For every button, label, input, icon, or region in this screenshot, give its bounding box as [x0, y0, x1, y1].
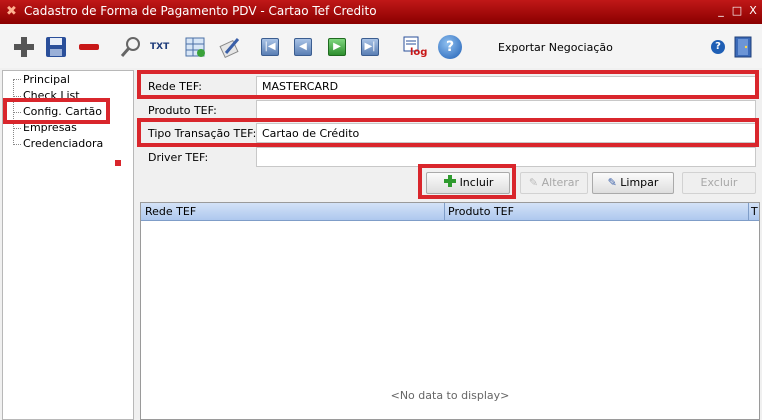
column-divider — [748, 203, 749, 221]
tree-connector — [13, 144, 21, 145]
plus-icon[interactable] — [12, 35, 36, 59]
search-icon[interactable] — [119, 35, 143, 59]
produto-tef-label: Produto TEF: — [148, 104, 217, 117]
maximize-button[interactable]: □ — [730, 4, 744, 17]
no-data-text: <No data to display> — [390, 389, 510, 402]
tree-connector — [13, 128, 21, 129]
help-small-icon[interactable]: ? — [711, 40, 725, 54]
log-label: log — [410, 47, 428, 58]
edit-icon: ✎ — [528, 176, 542, 189]
produto-tef-field[interactable] — [256, 100, 756, 120]
prev-icon[interactable]: ◀ — [294, 38, 312, 56]
sidebar-item-principal[interactable]: Principal — [23, 73, 70, 86]
alterar-button[interactable]: ✎ Alterar — [520, 172, 588, 194]
highlight-tipo-transacao — [137, 118, 759, 147]
eraser-icon: ✎ — [607, 176, 621, 189]
highlight-incluir — [418, 164, 516, 199]
tree-connector — [13, 79, 21, 80]
tree-connector — [13, 96, 21, 97]
sidebar-item-credenciadora[interactable]: Credenciadora — [23, 137, 103, 150]
next-icon[interactable]: ▶ — [328, 38, 346, 56]
column-divider — [444, 203, 445, 221]
column-header-t[interactable]: T — [751, 205, 758, 218]
excluir-button[interactable]: Excluir — [682, 172, 756, 194]
toolbar: TXT |◀ ◀ ▶ ▶| log ? Exportar Negociação … — [0, 24, 762, 68]
title-bar: ✖ Cadastro de Forma de Pagamento PDV - C… — [0, 0, 762, 24]
highlight-rede-tef — [137, 70, 759, 99]
red-marker — [115, 160, 121, 166]
help-icon[interactable]: ? — [438, 35, 462, 59]
column-header-produto-tef[interactable]: Produto TEF — [448, 205, 514, 218]
log-icon[interactable]: log — [402, 35, 428, 59]
window-title: Cadastro de Forma de Pagamento PDV - Car… — [24, 4, 377, 18]
export-negociacao-link[interactable]: Exportar Negociação — [498, 41, 613, 54]
exit-door-icon[interactable] — [734, 36, 752, 58]
edit-icon[interactable] — [218, 35, 242, 59]
minus-icon[interactable] — [77, 35, 101, 59]
excluir-label: Excluir — [700, 176, 738, 189]
app-icon: ✖ — [6, 4, 17, 19]
grid-header: Rede TEF Produto TEF T — [141, 203, 759, 221]
alterar-label: Alterar — [541, 176, 580, 189]
refresh-icon[interactable] — [183, 35, 207, 59]
limpar-button[interactable]: ✎ Limpar — [592, 172, 674, 194]
column-header-rede-tef[interactable]: Rede TEF — [145, 205, 196, 218]
save-icon[interactable] — [44, 35, 68, 59]
highlight-config-cartao — [3, 98, 110, 124]
last-icon[interactable]: ▶| — [361, 38, 379, 56]
limpar-label: Limpar — [620, 176, 659, 189]
minimize-button[interactable]: _ — [714, 4, 728, 17]
data-grid[interactable]: Rede TEF Produto TEF T <No data to displ… — [140, 202, 760, 420]
first-icon[interactable]: |◀ — [261, 38, 279, 56]
driver-tef-label: Driver TEF: — [148, 151, 209, 164]
close-button[interactable]: X — [746, 4, 760, 17]
txt-icon[interactable]: TXT — [150, 35, 174, 59]
